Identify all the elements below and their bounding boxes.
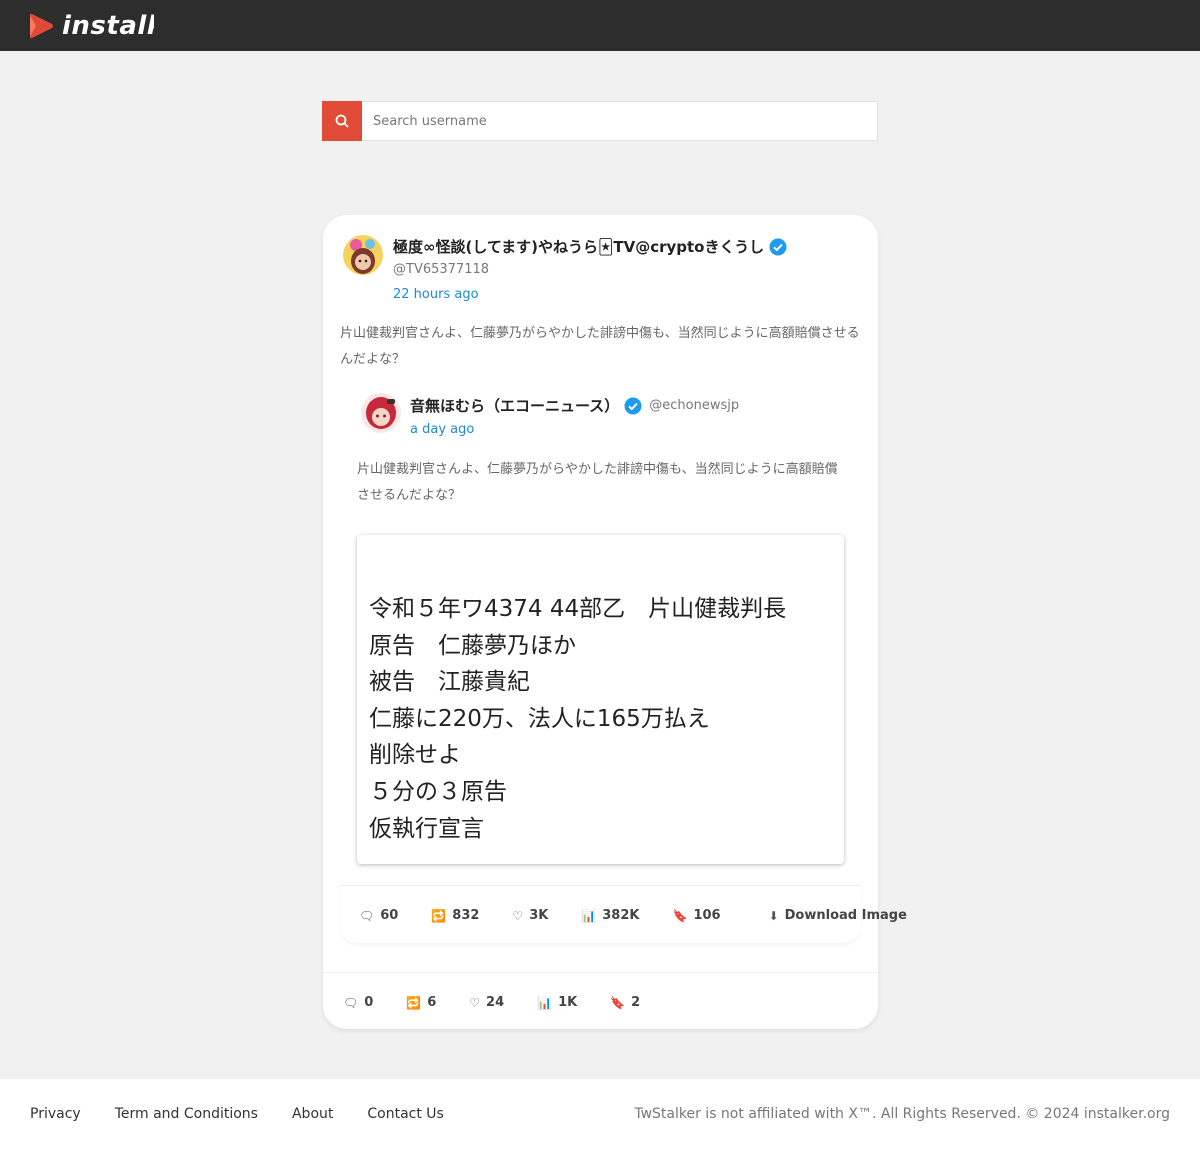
comment-icon: 🗨 bbox=[359, 908, 375, 923]
image-line: 仮執行宣言 bbox=[369, 815, 484, 842]
quoted-author-name[interactable]: 音無ほむら（エコーニュース） @echonewsjp bbox=[410, 395, 739, 416]
logo-text: instalker bbox=[62, 11, 154, 41]
download-image-button[interactable]: ⬇ Download Image bbox=[769, 908, 907, 923]
post-text: 片山健裁判官さんよ、仁藤夢乃がらやかした誹謗中傷も、当然同じように高額賠償させる… bbox=[340, 326, 860, 367]
site-logo[interactable]: instalker bbox=[28, 11, 154, 41]
author-handle[interactable]: @TV65377118 bbox=[393, 262, 489, 277]
image-text: 令和５年ワ4374 44部乙 片山健裁判長 原告 仁藤夢乃ほか 被告 江藤貴紀 … bbox=[369, 591, 786, 847]
image-line: 被告 江藤貴紀 bbox=[369, 669, 530, 696]
footer: Privacy Term and Conditions About Contac… bbox=[0, 1079, 1200, 1150]
quoted-post-time[interactable]: a day ago bbox=[410, 422, 474, 437]
logo-mark-icon bbox=[30, 13, 53, 39]
quoted-like-count[interactable]: ♡ 3K bbox=[512, 908, 548, 923]
about-link[interactable]: About bbox=[292, 1106, 333, 1122]
footer-links: Privacy Term and Conditions About Contac… bbox=[30, 1106, 444, 1122]
search-input[interactable] bbox=[362, 102, 877, 140]
heart-icon: ♡ bbox=[469, 995, 481, 1010]
card-divider bbox=[323, 972, 878, 973]
bookmark-icon: 🔖 bbox=[672, 908, 688, 923]
quoted-post-image[interactable]: 令和５年ワ4374 44部乙 片山健裁判長 原告 仁藤夢乃ほか 被告 江藤貴紀 … bbox=[357, 535, 844, 864]
comment-count[interactable]: 🗨 0 bbox=[343, 995, 373, 1010]
verified-badge-icon bbox=[769, 238, 787, 255]
quoted-post-stats: 🗨 60 🔁 832 ♡ 3K 📊 382K 🔖 106 ⬇ Download Image bbox=[340, 885, 907, 943]
like-count[interactable]: ♡ 24 bbox=[469, 995, 504, 1010]
retweet-icon: 🔁 bbox=[406, 995, 422, 1010]
quoted-view-count[interactable]: 📊 382K bbox=[581, 908, 639, 923]
quoted-post-text: 片山健裁判官さんよ、仁藤夢乃がらやかした誹謗中傷も、当然同じように高額賠償させる… bbox=[357, 462, 838, 503]
author-avatar[interactable] bbox=[343, 235, 383, 275]
download-icon: ⬇ bbox=[768, 908, 779, 923]
privacy-link[interactable]: Privacy bbox=[30, 1106, 81, 1122]
post-time[interactable]: 22 hours ago bbox=[393, 287, 479, 302]
image-line: ５分の３原告 bbox=[369, 778, 507, 805]
views-icon: 📊 bbox=[537, 995, 553, 1010]
image-line: 原告 仁藤夢乃ほか bbox=[369, 632, 576, 659]
heart-icon: ♡ bbox=[512, 908, 524, 923]
terms-link[interactable]: Term and Conditions bbox=[115, 1106, 258, 1122]
retweet-icon: 🔁 bbox=[431, 908, 447, 923]
retweet-count[interactable]: 🔁 6 bbox=[406, 995, 436, 1010]
bookmark-count[interactable]: 🔖 2 bbox=[610, 995, 640, 1010]
view-count[interactable]: 📊 1K bbox=[537, 995, 577, 1010]
verified-badge-icon bbox=[624, 397, 642, 414]
image-line: 仁藤に220万、法人に165万払え bbox=[369, 705, 710, 732]
quoted-bookmark-count[interactable]: 🔖 106 bbox=[672, 908, 720, 923]
tweet-card: 極度∞怪談(してます)やねうら🃏TV@cryptoきくうし @TV6537711… bbox=[323, 215, 907, 1029]
post-stats: 🗨 0 🔁 6 ♡ 24 📊 1K 🔖 2 bbox=[343, 995, 640, 1010]
comment-icon: 🗨 bbox=[343, 995, 359, 1010]
quoted-author-avatar[interactable] bbox=[361, 393, 401, 433]
search-bar bbox=[322, 101, 878, 141]
search-icon bbox=[335, 114, 349, 128]
search-button[interactable] bbox=[322, 101, 362, 141]
copyright-text: TwStalker is not affiliated with X™. All… bbox=[634, 1106, 1170, 1122]
quoted-comment-count[interactable]: 🗨 60 bbox=[359, 908, 398, 923]
views-icon: 📊 bbox=[581, 908, 597, 923]
bookmark-icon: 🔖 bbox=[610, 995, 626, 1010]
author-name[interactable]: 極度∞怪談(してます)やねうら🃏TV@cryptoきくうし bbox=[393, 236, 787, 257]
top-navbar: instalker bbox=[0, 0, 1200, 51]
quoted-retweet-count[interactable]: 🔁 832 bbox=[431, 908, 479, 923]
contact-link[interactable]: Contact Us bbox=[367, 1106, 443, 1122]
quoted-author-handle[interactable]: @echonewsjp bbox=[649, 398, 739, 413]
image-line: 削除せよ bbox=[369, 742, 461, 769]
image-line: 令和５年ワ4374 44部乙 片山健裁判長 bbox=[369, 596, 787, 622]
